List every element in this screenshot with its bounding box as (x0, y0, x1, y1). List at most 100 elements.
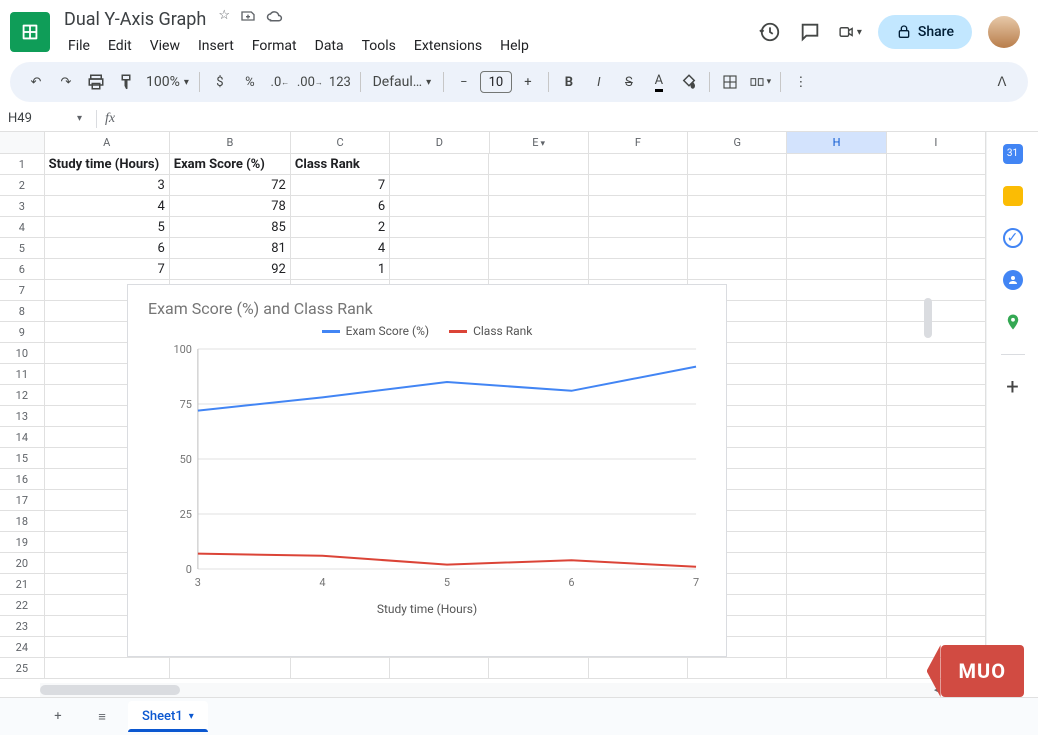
cell-E4[interactable] (489, 217, 588, 238)
cell-F25[interactable] (589, 658, 688, 679)
column-header-A[interactable]: A (45, 132, 170, 153)
cell-F4[interactable] (589, 217, 688, 238)
cell-B25[interactable] (170, 658, 291, 679)
comment-icon[interactable] (798, 20, 822, 44)
merge-button[interactable]: ▾ (746, 68, 774, 96)
cell-H18[interactable] (787, 511, 886, 532)
cell-B5[interactable]: 81 (170, 238, 291, 259)
font-select[interactable]: Defaul…▾ (367, 68, 437, 96)
row-header-23[interactable]: 23 (0, 616, 45, 637)
cell-H25[interactable] (787, 658, 886, 679)
cell-C3[interactable]: 6 (291, 196, 390, 217)
cell-H2[interactable] (787, 175, 886, 196)
grid[interactable]: ABCDE▾FGHI 1Study time (Hours)Exam Score… (0, 132, 986, 697)
paint-format-button[interactable] (112, 68, 140, 96)
more-toolbar-button[interactable]: ⋮ (787, 68, 815, 96)
cell-H16[interactable] (787, 469, 886, 490)
all-sheets-button[interactable]: ≡ (84, 702, 120, 732)
cell-A3[interactable]: 4 (45, 196, 170, 217)
cell-I15[interactable] (887, 448, 986, 469)
cell-I22[interactable] (887, 595, 986, 616)
cell-I12[interactable] (887, 385, 986, 406)
cell-G5[interactable] (688, 238, 787, 259)
cell-H5[interactable] (787, 238, 886, 259)
row-header-11[interactable]: 11 (0, 364, 45, 385)
menu-help[interactable]: Help (492, 34, 537, 58)
cell-H17[interactable] (787, 490, 886, 511)
column-header-F[interactable]: F (589, 132, 688, 153)
row-header-10[interactable]: 10 (0, 343, 45, 364)
menu-view[interactable]: View (142, 34, 188, 58)
borders-button[interactable] (716, 68, 744, 96)
cell-I20[interactable] (887, 553, 986, 574)
cell-B1[interactable]: Exam Score (%) (170, 154, 291, 175)
cell-D6[interactable] (390, 259, 489, 280)
cell-C4[interactable]: 2 (291, 217, 390, 238)
cell-E1[interactable] (489, 154, 588, 175)
cell-H24[interactable] (787, 637, 886, 658)
cell-H19[interactable] (787, 532, 886, 553)
cell-I1[interactable] (887, 154, 986, 175)
undo-button[interactable]: ↶ (22, 68, 50, 96)
sheets-app-icon[interactable] (10, 12, 50, 52)
history-icon[interactable] (758, 20, 782, 44)
cell-H6[interactable] (787, 259, 886, 280)
tasks-icon[interactable]: ✓ (1003, 228, 1023, 248)
cloud-status-icon[interactable] (266, 8, 284, 30)
row-header-17[interactable]: 17 (0, 490, 45, 511)
column-header-I[interactable]: I (887, 132, 986, 153)
cell-I5[interactable] (887, 238, 986, 259)
cell-F5[interactable] (589, 238, 688, 259)
cell-G6[interactable] (688, 259, 787, 280)
cell-H21[interactable] (787, 574, 886, 595)
cell-H3[interactable] (787, 196, 886, 217)
maps-icon[interactable] (1003, 312, 1023, 332)
vertical-scrollbar[interactable] (924, 298, 932, 338)
cell-A5[interactable]: 6 (45, 238, 170, 259)
row-header-13[interactable]: 13 (0, 406, 45, 427)
menu-tools[interactable]: Tools (354, 34, 404, 58)
row-header-22[interactable]: 22 (0, 595, 45, 616)
menu-format[interactable]: Format (244, 34, 305, 58)
column-header-D[interactable]: D (390, 132, 489, 153)
cell-H20[interactable] (787, 553, 886, 574)
cell-I11[interactable] (887, 364, 986, 385)
font-size-input[interactable]: 10 (480, 71, 512, 93)
cell-F1[interactable] (589, 154, 688, 175)
avatar[interactable] (988, 16, 1020, 48)
row-header-18[interactable]: 18 (0, 511, 45, 532)
cell-A6[interactable]: 7 (45, 259, 170, 280)
cell-B2[interactable]: 72 (170, 175, 291, 196)
cell-H23[interactable] (787, 616, 886, 637)
cell-I7[interactable] (887, 280, 986, 301)
row-header-9[interactable]: 9 (0, 322, 45, 343)
cell-I10[interactable] (887, 343, 986, 364)
cell-F3[interactable] (589, 196, 688, 217)
row-header-2[interactable]: 2 (0, 175, 45, 196)
cell-C5[interactable]: 4 (291, 238, 390, 259)
cell-A2[interactable]: 3 (45, 175, 170, 196)
percent-button[interactable]: % (236, 68, 264, 96)
cell-D25[interactable] (390, 658, 489, 679)
collapse-toolbar-button[interactable]: ᐱ (988, 68, 1016, 96)
cell-A1[interactable]: Study time (Hours) (45, 154, 170, 175)
row-header-4[interactable]: 4 (0, 217, 45, 238)
menu-insert[interactable]: Insert (190, 34, 242, 58)
text-color-button[interactable]: A (645, 68, 673, 96)
row-header-1[interactable]: 1 (0, 154, 45, 175)
cell-I4[interactable] (887, 217, 986, 238)
cell-A4[interactable]: 5 (45, 217, 170, 238)
column-header-G[interactable]: G (688, 132, 787, 153)
redo-button[interactable]: ↷ (52, 68, 80, 96)
row-header-15[interactable]: 15 (0, 448, 45, 469)
column-header-B[interactable]: B (170, 132, 291, 153)
cell-E25[interactable] (489, 658, 588, 679)
cell-H12[interactable] (787, 385, 886, 406)
column-header-C[interactable]: C (291, 132, 390, 153)
cell-A25[interactable] (45, 658, 170, 679)
cell-F2[interactable] (589, 175, 688, 196)
decrease-decimal-button[interactable]: .0← (266, 68, 294, 96)
row-header-16[interactable]: 16 (0, 469, 45, 490)
cell-I9[interactable] (887, 322, 986, 343)
cell-B4[interactable]: 85 (170, 217, 291, 238)
